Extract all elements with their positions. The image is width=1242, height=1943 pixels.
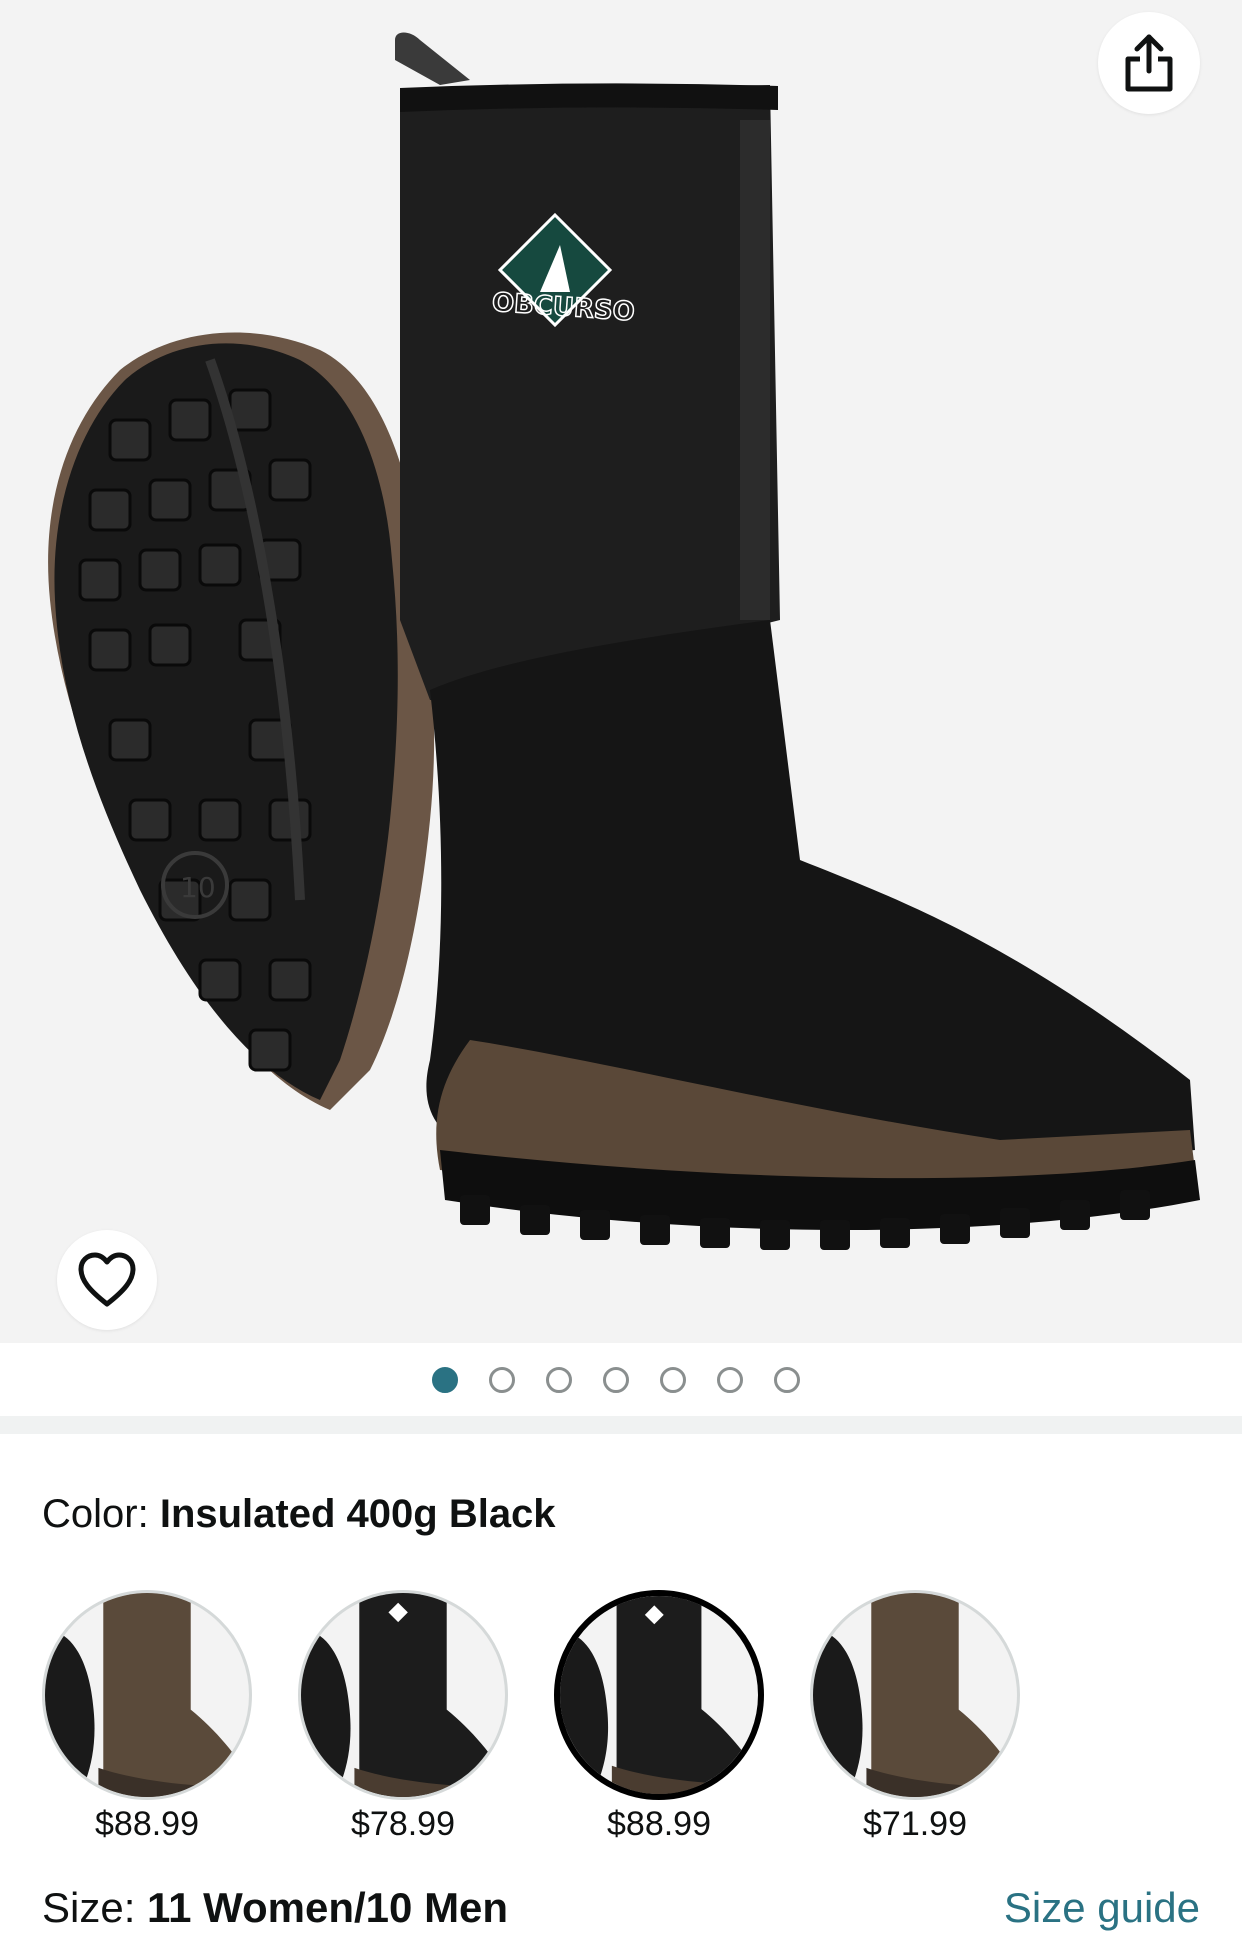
color-swatch-3[interactable]: $88.99 bbox=[554, 1590, 764, 1843]
add-to-wishlist-button[interactable] bbox=[57, 1230, 157, 1330]
section-divider bbox=[0, 1416, 1242, 1434]
swatch-price: $88.99 bbox=[95, 1805, 199, 1843]
page-dot-4[interactable] bbox=[603, 1366, 629, 1393]
swatch-image bbox=[810, 1590, 1020, 1800]
page-dot-6[interactable] bbox=[717, 1366, 743, 1393]
swatch-image bbox=[554, 1590, 764, 1800]
share-button[interactable] bbox=[1098, 12, 1200, 114]
swatch-price: $78.99 bbox=[351, 1805, 455, 1843]
swatch-image bbox=[42, 1590, 252, 1800]
page-dot-7[interactable] bbox=[774, 1366, 800, 1393]
swatch-image bbox=[298, 1590, 508, 1800]
size-selected-value: 11 Women/10 Men bbox=[147, 1884, 509, 1931]
swatch-price: $71.99 bbox=[863, 1805, 967, 1843]
product-image: 10 OBCURSO bbox=[48, 32, 1200, 1250]
boot-sole-view: 10 bbox=[48, 332, 435, 1111]
image-page-indicator[interactable] bbox=[0, 1343, 1242, 1416]
heart-outline-icon bbox=[78, 1252, 136, 1307]
color-label: Color: bbox=[42, 1492, 149, 1536]
boot-side-view: OBCURSO bbox=[395, 32, 1200, 1250]
share-icon bbox=[1125, 34, 1173, 92]
size-selection-heading: Size: 11 Women/10 Men bbox=[42, 1880, 508, 1936]
size-label: Size: bbox=[42, 1884, 136, 1931]
page-dot-5[interactable] bbox=[660, 1366, 686, 1393]
color-selected-value: Insulated 400g Black bbox=[159, 1492, 556, 1536]
color-swatch-2[interactable]: $78.99 bbox=[298, 1590, 508, 1843]
sole-size-number: 10 bbox=[180, 871, 216, 904]
product-image-gallery[interactable]: 10 OBCURSO bbox=[0, 0, 1242, 1343]
page-dot-1[interactable] bbox=[432, 1366, 458, 1393]
size-guide-link[interactable]: Size guide bbox=[1004, 1880, 1200, 1936]
color-swatch-1[interactable]: $88.99 bbox=[42, 1590, 252, 1843]
swatch-price: $88.99 bbox=[607, 1805, 711, 1843]
color-swatch-list: $88.99 $78.99 $88.99 $71.99 bbox=[42, 1590, 1202, 1850]
page-dot-3[interactable] bbox=[546, 1366, 572, 1393]
color-swatch-4[interactable]: $71.99 bbox=[810, 1590, 1020, 1843]
page-dot-2[interactable] bbox=[489, 1366, 515, 1393]
color-selection-heading: Color: Insulated 400g Black bbox=[42, 1488, 556, 1540]
